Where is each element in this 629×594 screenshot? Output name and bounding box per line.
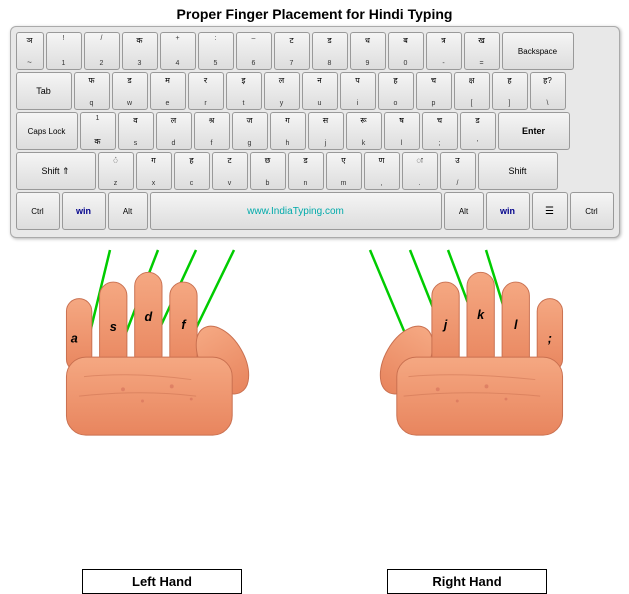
key-w: डw [112, 72, 148, 110]
key-f: श्रf [194, 112, 230, 150]
key-0: ब0 [388, 32, 424, 70]
key-ctrl-left: Ctrl [16, 192, 60, 230]
key-shift-left: Shift ⇑ [16, 152, 96, 190]
key-slash: उ/ [440, 152, 476, 190]
key-space: www.IndiaTyping.com [150, 192, 442, 230]
key-1: !1 [46, 32, 82, 70]
main-container: Proper Finger Placement for Hindi Typing… [0, 0, 629, 594]
key-menu: ☰ [532, 192, 568, 230]
page-title: Proper Finger Placement for Hindi Typing [177, 6, 453, 22]
key-alt-right: Alt [444, 192, 484, 230]
svg-text:s: s [110, 320, 117, 334]
key-z: ंz [98, 152, 134, 190]
key-minus: त्र- [426, 32, 462, 70]
key-j: सj [308, 112, 344, 150]
key-win-left: win [62, 192, 106, 230]
key-d: लd [156, 112, 192, 150]
key-r: रr [188, 72, 224, 110]
hands-area: a s d f Left Hand [10, 240, 620, 594]
key-i: पi [340, 72, 376, 110]
key-p: चp [416, 72, 452, 110]
key-6: –6 [236, 32, 272, 70]
key-win-right: win [486, 192, 530, 230]
key-capslock: Caps Lock [16, 112, 78, 150]
key-4: +4 [160, 32, 196, 70]
right-hand-section: j k l ; Right Hand [315, 240, 620, 594]
key-ctrl-right: Ctrl [570, 192, 614, 230]
key-c: हc [174, 152, 210, 190]
key-2: /2 [84, 32, 120, 70]
key-period: ः. [402, 152, 438, 190]
key-comma: ण, [364, 152, 400, 190]
left-hand-label: Left Hand [82, 569, 242, 594]
key-quote: ड' [460, 112, 496, 150]
svg-text:k: k [477, 308, 485, 322]
key-e: मe [150, 72, 186, 110]
key-row-1: ञ~ !1 /2 क3 +4 :5 –6 ट7 ड8 ध9 ब0 त्र- ख=… [16, 32, 614, 70]
left-hand-svg: a s d f [42, 245, 282, 440]
key-shift-right: Shift [478, 152, 558, 190]
right-hand-label: Right Hand [387, 569, 547, 594]
key-k: रूk [346, 112, 382, 150]
key-tab: Tab [16, 72, 72, 110]
key-y: लy [264, 72, 300, 110]
svg-text:d: d [144, 310, 152, 324]
svg-text:;: ; [548, 332, 552, 346]
svg-text:l: l [514, 318, 518, 332]
left-hand-section: a s d f Left Hand [10, 240, 315, 594]
key-9: ध9 [350, 32, 386, 70]
key-q: फq [74, 72, 110, 110]
key-row-4: Shift ⇑ ंz गx हc टv छb डn एm ण, ः. उ/ Sh… [16, 152, 614, 190]
key-row-3: Caps Lock 1क वs लd श्रf जg गh सj रूk षl … [16, 112, 614, 150]
key-m: एm [326, 152, 362, 190]
key-plus: ख= [464, 32, 500, 70]
key-3: क3 [122, 32, 158, 70]
key-t: इt [226, 72, 262, 110]
key-x: गx [136, 152, 172, 190]
key-v: टv [212, 152, 248, 190]
svg-text:a: a [71, 332, 78, 346]
key-enter: Enter [498, 112, 570, 150]
key-alt-left: Alt [108, 192, 148, 230]
key-5: :5 [198, 32, 234, 70]
key-g: जg [232, 112, 268, 150]
key-row-5: Ctrl win Alt www.IndiaTyping.com Alt win… [16, 192, 614, 230]
key-backspace: Backspace [502, 32, 574, 70]
right-hand-svg: j k l ; [347, 245, 587, 440]
key-n: डn [288, 152, 324, 190]
key-a: 1क [80, 112, 116, 150]
keyboard: ञ~ !1 /2 क3 +4 :5 –6 ट7 ड8 ध9 ब0 त्र- ख=… [10, 26, 620, 238]
key-8: ड8 [312, 32, 348, 70]
key-l: षl [384, 112, 420, 150]
key-u: नu [302, 72, 338, 110]
key-bracket-r: ह] [492, 72, 528, 110]
key-7: ट7 [274, 32, 310, 70]
key-bracket-l: क्ष[ [454, 72, 490, 110]
key-o: हo [378, 72, 414, 110]
key-semicolon: च; [422, 112, 458, 150]
key-s: वs [118, 112, 154, 150]
key-row-2: Tab फq डw मe रr इt लy नu पi हo चp क्ष[ ह… [16, 72, 614, 110]
key-h: गh [270, 112, 306, 150]
key-backslash: ह?\ [530, 72, 566, 110]
key-backtick: ञ~ [16, 32, 44, 70]
key-b: छb [250, 152, 286, 190]
